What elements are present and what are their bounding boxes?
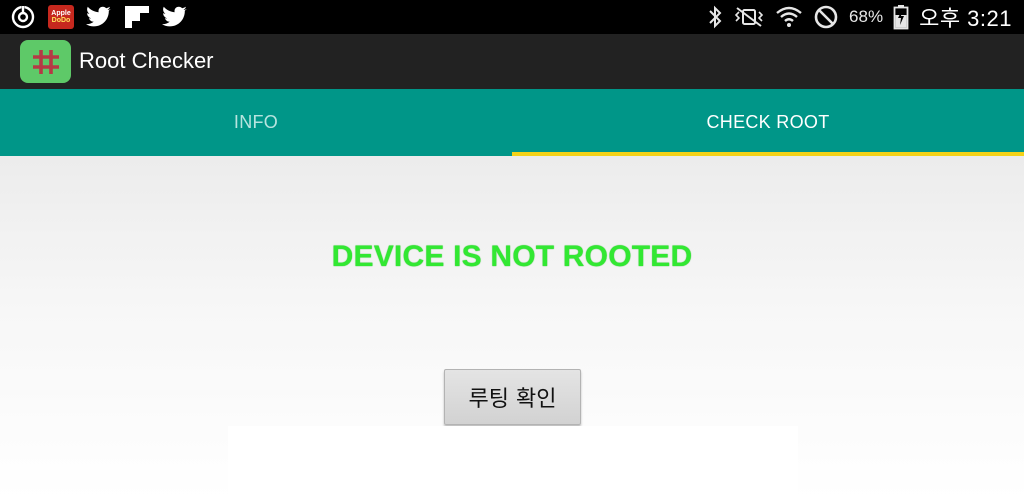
do-not-disturb-icon — [813, 4, 839, 30]
notification-icons: Apple DoDo — [10, 4, 188, 30]
twitter-icon — [162, 6, 188, 28]
battery-percent: 68% — [849, 7, 884, 26]
tab-bar: INFO CHECK ROOT — [0, 89, 1024, 156]
hash-icon — [29, 47, 63, 77]
vibrate-mute-icon — [733, 5, 765, 29]
twitter-icon — [86, 6, 112, 28]
apple-dodo-icon: Apple DoDo — [48, 5, 74, 29]
app-title: Root Checker — [79, 48, 214, 73]
sync-icon — [10, 4, 36, 30]
status-bar: Apple DoDo 68% 오후 3:21 — [0, 0, 1024, 34]
check-root-button[interactable]: 루팅 확인 — [444, 369, 581, 425]
ad-area — [228, 426, 798, 500]
tab-check-root[interactable]: CHECK ROOT — [512, 89, 1024, 156]
app-icon[interactable] — [20, 40, 71, 83]
battery-charging-icon — [893, 4, 909, 30]
clock: 오후 3:21 — [919, 6, 1012, 31]
flipboard-icon — [124, 5, 150, 29]
check-root-panel: DEVICE IS NOT ROOTED 루팅 확인 — [0, 156, 1024, 500]
root-status-text: DEVICE IS NOT ROOTED — [331, 240, 693, 273]
wifi-icon — [775, 5, 803, 29]
apple-badge-line1: Apple — [51, 10, 71, 17]
tab-info[interactable]: INFO — [0, 89, 512, 156]
system-icons: 68% 오후 3:21 — [707, 3, 1012, 31]
action-bar: Root Checker — [0, 34, 1024, 89]
apple-badge-line2: DoDo — [51, 17, 71, 24]
bluetooth-icon — [707, 5, 723, 29]
